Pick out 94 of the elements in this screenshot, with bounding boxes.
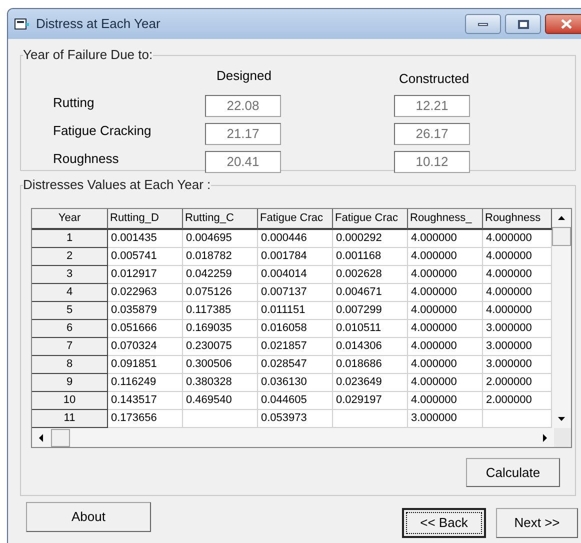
table-cell: 4.000000 [408,266,483,284]
dialog-button[interactable]: Next >> [496,508,578,538]
table-cell: 0.143517 [108,392,183,410]
row-label: Roughness [53,150,120,166]
table-cell: 0.035879 [108,302,183,320]
table-cell: 0.007299 [333,302,408,320]
table-cell: 0.011151 [258,302,333,320]
scroll-thumb[interactable] [51,428,70,446]
column-header[interactable]: Roughness [483,209,552,230]
column-header[interactable]: Year [32,209,108,230]
table-cell: 0.000446 [258,230,333,248]
table-cell: 0.169035 [183,320,258,338]
row-header[interactable]: 3 [32,266,108,284]
table-cell: 0.018782 [183,248,258,266]
scroll-thumb[interactable] [552,227,571,246]
table-cell: 0.022963 [108,284,183,302]
value-field[interactable]: 22.08 [205,94,281,116]
row-header[interactable]: 10 [32,392,108,410]
table-cell: 0.000292 [333,230,408,248]
table-cell: 0.021857 [258,338,333,356]
value-field[interactable]: 20.41 [205,150,281,172]
table-cell: 4.000000 [408,320,483,338]
table-cell: 0.051666 [108,320,183,338]
calculate-button[interactable]: Calculate [466,458,560,487]
maximize-button[interactable] [505,14,541,34]
table-cell: 4.000000 [408,356,483,374]
table-cell: 0.004014 [258,266,333,284]
table-cell: 0.029197 [333,392,408,410]
table-cell: 0.004671 [333,284,408,302]
row-label: Fatigue Cracking [53,122,152,138]
table-cell: 0.023649 [333,374,408,392]
row-header[interactable]: 2 [32,248,108,266]
table-cell: 0.014306 [333,338,408,356]
close-button[interactable] [545,14,581,34]
table-cell: 0.002628 [333,266,408,284]
row-header[interactable]: 11 [32,410,108,428]
table-cell: 0.116249 [108,374,183,392]
table-cell: 4.000000 [408,374,483,392]
table-cell: 4.000000 [408,338,483,356]
table-cell: 4.000000 [408,248,483,266]
table-cell: 0.117385 [183,302,258,320]
row-header[interactable]: 5 [32,302,108,320]
column-header[interactable]: Fatigue Crac [333,209,408,230]
table-cell: 0.018686 [333,356,408,374]
data-grid[interactable] [31,208,572,448]
column-header[interactable]: Rutting_D [108,209,183,230]
app-icon [14,17,30,31]
table-cell: 0.469540 [183,392,258,410]
row-header[interactable]: 9 [32,374,108,392]
table-cell: 0.004695 [183,230,258,248]
column-header[interactable]: Rutting_C [183,209,258,230]
table-cell: 4.000000 [408,302,483,320]
table-cell: 4.000000 [408,230,483,248]
column-header[interactable]: Roughness_ [408,209,483,230]
table-cell: 0.091851 [108,356,183,374]
column-label: Designed [216,67,272,85]
row-header[interactable]: 8 [32,356,108,374]
dialog-button[interactable]: << Back [402,508,486,538]
close-icon [560,19,572,29]
value-field[interactable]: 10.12 [394,150,470,172]
table-cell: 0.007137 [258,284,333,302]
row-header[interactable]: 1 [32,230,108,248]
table-cell: 0.036130 [258,374,333,392]
table-cell: 0.070324 [108,338,183,356]
table-cell: 0.230075 [183,338,258,356]
table-cell: 0.005741 [108,248,183,266]
table-cell: 0.075126 [183,284,258,302]
table-cell: 0.012917 [108,266,183,284]
row-label: Rutting [53,94,96,110]
table-cell: 0.001435 [108,230,183,248]
table-cell: 0.044605 [258,392,333,410]
table-cell: 0.001784 [258,248,333,266]
table-cell: 0.300506 [183,356,258,374]
column-label: Constructed [398,70,470,88]
value-field[interactable]: 12.21 [394,94,470,116]
column-header[interactable]: Fatigue Crac [258,209,333,230]
table-cell: 0.042259 [183,266,258,284]
row-header[interactable]: 6 [32,320,108,338]
table-cell: 0.001168 [333,248,408,266]
row-header[interactable]: 7 [32,338,108,356]
table-cell: 0.380328 [183,374,258,392]
table-cell: 0.016058 [258,320,333,338]
value-field[interactable]: 26.17 [394,122,470,144]
value-field[interactable]: 21.17 [205,122,281,144]
table-cell: 4.000000 [408,392,483,410]
row-header[interactable]: 4 [32,284,108,302]
table-cell: 0.028547 [258,356,333,374]
horizontal-scrollbar[interactable] [32,428,554,447]
table-cell: 0.010511 [333,320,408,338]
vertical-scrollbar[interactable] [552,209,571,428]
minimize-button[interactable] [465,14,501,34]
table-cell: 4.000000 [408,284,483,302]
dialog-button[interactable]: About [26,502,151,532]
window-title: Distress at Each Year [36,15,160,34]
